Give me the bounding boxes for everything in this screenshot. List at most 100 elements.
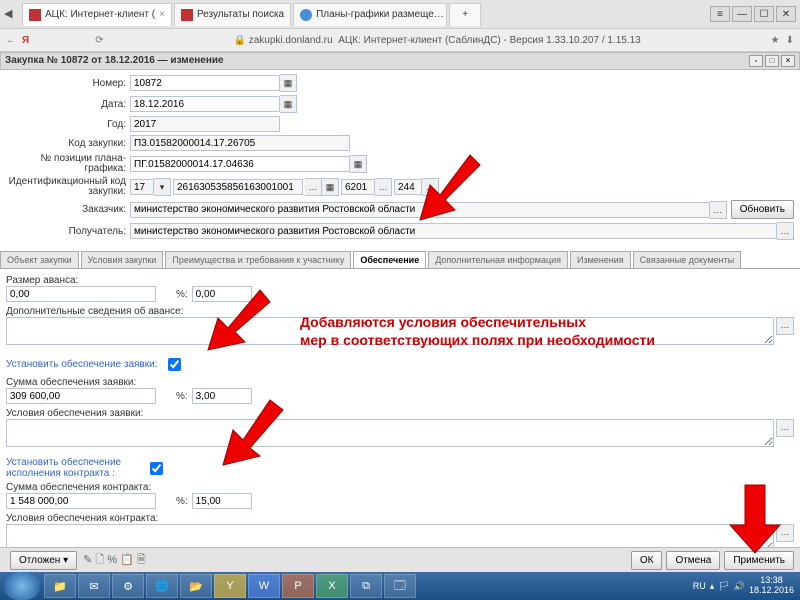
label-nomer: Номер: bbox=[6, 78, 130, 89]
tray-clock[interactable]: 13:3818.12.2016 bbox=[749, 576, 794, 596]
input-ident-a bbox=[130, 179, 154, 195]
browser-tab-1[interactable]: АЦК: Интернет-клиент (× bbox=[22, 3, 172, 26]
close-icon[interactable]: ✕ bbox=[776, 6, 796, 22]
label-poluchatel: Получатель: bbox=[6, 226, 130, 237]
cancel-button[interactable]: Отмена bbox=[666, 551, 720, 570]
label-pct: %: bbox=[176, 289, 188, 300]
tab-changes[interactable]: Изменения bbox=[570, 251, 631, 268]
tab-security[interactable]: Обеспечение bbox=[353, 251, 426, 268]
url-display[interactable]: 🔒 zakupki.donland.ru АЦК: Интернет-клиен… bbox=[110, 35, 765, 46]
browser-tab-2[interactable]: Результаты поиска bbox=[174, 3, 291, 26]
detail-tabs: Объект закупки Условия закупки Преимущес… bbox=[0, 251, 800, 269]
tray-up-icon[interactable]: ▴ bbox=[710, 581, 715, 592]
nav-back-icon[interactable]: ← bbox=[6, 35, 16, 46]
new-tab-button[interactable]: + bbox=[449, 3, 481, 26]
panel-close-icon[interactable]: × bbox=[781, 55, 795, 67]
tray-flag-icon[interactable]: 🏳 bbox=[718, 581, 729, 592]
arrow-icon bbox=[410, 155, 480, 228]
status-button[interactable]: Отложен ▾ bbox=[10, 551, 77, 570]
tab-conditions[interactable]: Условия закупки bbox=[81, 251, 164, 268]
label-zakazchik: Заказчик: bbox=[6, 204, 130, 215]
label-ust-kontrakt: Установить обеспечение исполнения контра… bbox=[6, 457, 146, 479]
expand-icon[interactable]: … bbox=[776, 317, 794, 335]
input-sum-kontrakt-pct[interactable] bbox=[192, 493, 252, 509]
lookup-icon[interactable]: … bbox=[777, 222, 794, 240]
arrow-icon bbox=[200, 290, 270, 358]
dropdown-icon[interactable]: ▾ bbox=[154, 178, 171, 196]
tab-favicon bbox=[29, 9, 41, 21]
close-tab-icon[interactable]: × bbox=[159, 9, 165, 20]
taskbar-app[interactable]: 🌐 bbox=[146, 574, 178, 598]
taskbar-app[interactable]: 📁 bbox=[44, 574, 76, 598]
input-poz[interactable] bbox=[130, 156, 350, 172]
tab-related[interactable]: Связанные документы bbox=[633, 251, 742, 268]
panel-minimize-icon[interactable]: - bbox=[749, 55, 763, 67]
textarea-usl-zayavka[interactable] bbox=[6, 419, 774, 447]
lookup-icon[interactable]: ▦ bbox=[350, 155, 367, 173]
browser-tab-3[interactable]: Планы-графики размеще… bbox=[293, 3, 447, 26]
refresh-button[interactable]: Обновить bbox=[731, 200, 794, 219]
tray-lang[interactable]: RU bbox=[693, 581, 706, 591]
lookup-icon[interactable]: … bbox=[375, 178, 392, 196]
back-icon[interactable]: ◀ bbox=[4, 7, 18, 21]
input-nomer[interactable] bbox=[130, 75, 280, 91]
maximize-icon[interactable]: ☐ bbox=[754, 6, 774, 22]
taskbar-app[interactable]: W bbox=[248, 574, 280, 598]
label-god: Год: bbox=[6, 119, 130, 130]
expand-icon[interactable]: … bbox=[776, 419, 794, 437]
lookup-icon[interactable]: … bbox=[305, 178, 322, 196]
tab-favicon bbox=[181, 9, 193, 21]
label-avans: Размер аванса: bbox=[6, 275, 794, 286]
minimize-icon[interactable]: — bbox=[732, 6, 752, 22]
taskbar-app[interactable]: X bbox=[316, 574, 348, 598]
calendar-icon[interactable]: ▦ bbox=[280, 95, 297, 113]
label-sum-kontrakt: Сумма обеспечения контракта: bbox=[6, 482, 794, 493]
label-kod: Код закупки: bbox=[6, 138, 130, 149]
tab-favicon bbox=[300, 9, 312, 21]
tray-sound-icon[interactable]: 🔊 bbox=[734, 581, 745, 592]
checkbox-ust-zayavka[interactable] bbox=[168, 358, 181, 371]
window-controls: ≡ — ☐ ✕ bbox=[710, 6, 800, 22]
lookup-icon[interactable]: ▦ bbox=[322, 178, 339, 196]
input-sum-kontrakt[interactable] bbox=[6, 493, 156, 509]
toolbar-icons[interactable]: ✎ 🗋 % 📋 🗎 bbox=[83, 551, 146, 570]
menu-icon[interactable]: ≡ bbox=[710, 6, 730, 22]
input-avans[interactable] bbox=[6, 286, 156, 302]
taskbar-app[interactable]: 🗔 bbox=[384, 574, 416, 598]
dialog-button-bar: Отложен ▾ ✎ 🗋 % 📋 🗎 ОК Отмена Применить bbox=[0, 547, 800, 572]
input-god bbox=[130, 116, 280, 132]
label-pct: %: bbox=[176, 496, 188, 507]
taskbar-app[interactable]: P bbox=[282, 574, 314, 598]
tab-object[interactable]: Объект закупки bbox=[0, 251, 79, 268]
label-ident: Идентификационный код закупки: bbox=[6, 177, 130, 197]
download-icon[interactable]: ⬇ bbox=[786, 35, 794, 46]
input-kod bbox=[130, 135, 350, 151]
system-tray[interactable]: RU ▴ 🏳 🔊 13:3818.12.2016 bbox=[693, 576, 800, 596]
arrow-icon bbox=[215, 400, 285, 473]
taskbar-app[interactable]: Y bbox=[214, 574, 246, 598]
panel-maximize-icon[interactable]: □ bbox=[765, 55, 779, 67]
tab-requirements[interactable]: Преимущества и требования к участнику bbox=[165, 251, 351, 268]
taskbar-app[interactable]: ⧉ bbox=[350, 574, 382, 598]
taskbar-app[interactable]: 📂 bbox=[180, 574, 212, 598]
ok-button[interactable]: ОК bbox=[631, 551, 663, 570]
checkbox-ust-kontrakt[interactable] bbox=[150, 462, 163, 475]
lookup-icon[interactable]: … bbox=[710, 201, 727, 219]
taskbar-app[interactable]: ⚙ bbox=[112, 574, 144, 598]
input-sum-zayavka[interactable] bbox=[6, 388, 156, 404]
search-icon[interactable]: Я bbox=[22, 35, 29, 46]
reload-icon[interactable]: ⟳ bbox=[95, 35, 103, 46]
panel-title: Закупка № 10872 от 18.12.2016 — изменени… bbox=[5, 55, 224, 67]
tab-additional[interactable]: Дополнительная информация bbox=[428, 251, 568, 268]
label-usl-zayavka: Условия обеспечения заявки: bbox=[6, 408, 794, 419]
input-ident-c bbox=[341, 179, 375, 195]
lookup-icon[interactable]: ▦ bbox=[280, 74, 297, 92]
taskbar-app[interactable]: ✉ bbox=[78, 574, 110, 598]
input-data[interactable] bbox=[130, 96, 280, 112]
start-button[interactable] bbox=[4, 572, 40, 600]
bookmark-icon[interactable]: ★ bbox=[771, 35, 780, 46]
label-ust-zayavka: Установить обеспечение заявки: bbox=[6, 359, 157, 370]
label-sum-zayavka: Сумма обеспечения заявки: bbox=[6, 377, 794, 388]
panel-title-bar: Закупка № 10872 от 18.12.2016 — изменени… bbox=[0, 52, 800, 70]
annotation-text: Добавляются условия обеспечительных мер … bbox=[300, 313, 655, 349]
